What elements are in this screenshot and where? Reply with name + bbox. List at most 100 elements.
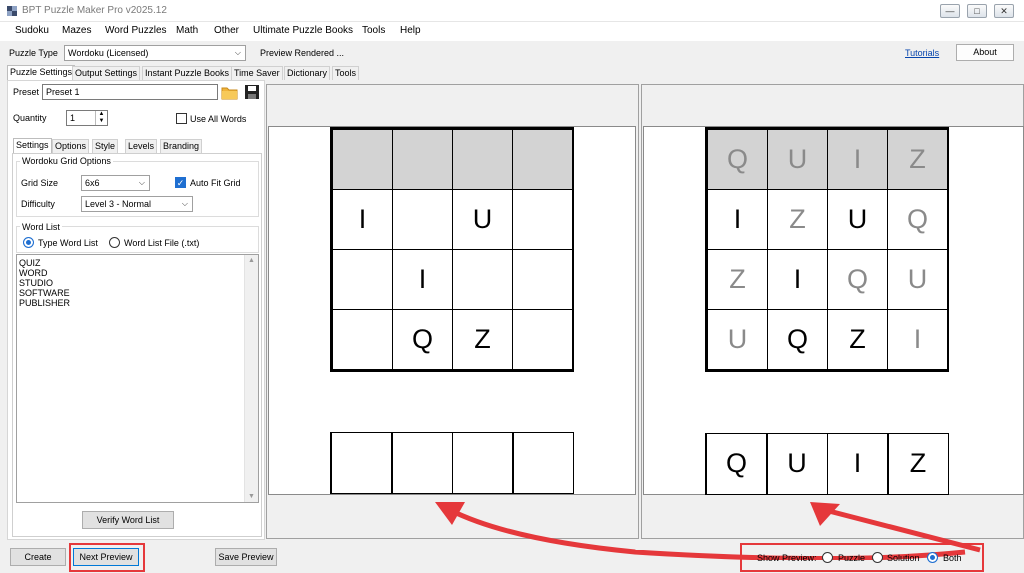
scroll-down-icon[interactable]: ▼: [245, 493, 258, 500]
puzzle-type-label: Puzzle Type: [9, 48, 58, 58]
grid-cell: Q: [827, 249, 888, 310]
minimize-button[interactable]: —: [940, 4, 960, 18]
preset-input[interactable]: Preset 1: [42, 84, 218, 100]
subtab-options[interactable]: Options: [52, 139, 90, 153]
about-button[interactable]: About: [956, 44, 1014, 61]
puzzle-grid: IUIQZ: [330, 127, 574, 372]
difficulty-label: Difficulty: [21, 199, 55, 209]
chevron-down-icon: ⌵: [181, 199, 188, 208]
menu-sudoku[interactable]: Sudoku: [15, 25, 49, 36]
grid-header-cell: U: [767, 129, 828, 190]
chevron-down-icon: ⌵: [138, 178, 145, 187]
chevron-down-icon: ⌵: [234, 48, 241, 57]
grid-cell: U: [827, 189, 888, 250]
grid-header-cell: [332, 129, 393, 190]
show-solution-radio[interactable]: [872, 552, 883, 563]
type-word-list-radio[interactable]: [23, 237, 34, 248]
menu-help[interactable]: Help: [400, 25, 421, 36]
answer-cell: [512, 432, 574, 494]
word-list-textarea[interactable]: QUIZ WORD STUDIO SOFTWARE PUBLISHER ▲ ▼: [16, 254, 259, 503]
tab-output-settings[interactable]: Output Settings: [72, 66, 141, 80]
grid-cell: I: [392, 249, 453, 310]
stepper-arrows-icon[interactable]: ▲ ▼: [95, 111, 107, 125]
subtab-levels[interactable]: Levels: [125, 139, 158, 153]
answer-cell: [331, 432, 392, 494]
show-puzzle-radio[interactable]: [822, 552, 833, 563]
save-preview-button[interactable]: Save Preview: [215, 548, 277, 566]
auto-fit-checkbox[interactable]: ✓: [175, 177, 186, 188]
word-list-scrollbar[interactable]: ▲ ▼: [244, 255, 258, 502]
grid-cell: [512, 309, 573, 370]
maximize-button[interactable]: □: [967, 4, 987, 18]
window-title: BPT Puzzle Maker Pro v2025.12: [22, 5, 167, 16]
quantity-label: Quantity: [13, 113, 47, 123]
grid-cell: Q: [392, 309, 453, 370]
menu-word-puzzles[interactable]: Word Puzzles: [105, 25, 167, 36]
grid-header-cell: [512, 129, 573, 190]
grid-cell: Z: [452, 309, 513, 370]
show-both-radio[interactable]: [927, 552, 938, 563]
subtab-branding[interactable]: Branding: [160, 139, 203, 153]
difficulty-select[interactable]: Level 3 - Normal ⌵: [81, 196, 193, 212]
word-list-line: SOFTWARE: [19, 288, 70, 298]
grid-cell: [512, 189, 573, 250]
show-solution-label: Solution: [887, 553, 920, 563]
menu-other[interactable]: Other: [214, 25, 239, 36]
word-list-line: WORD: [19, 268, 48, 278]
grid-cell: Z: [707, 249, 768, 310]
floppy-disk-icon[interactable]: [244, 84, 260, 100]
show-preview-label: Show Preview:: [757, 553, 817, 563]
grid-options-title: Wordoku Grid Options: [20, 156, 113, 166]
subtab-style[interactable]: Style: [92, 139, 119, 153]
preview-status: Preview Rendered ...: [260, 48, 345, 58]
create-button[interactable]: Create: [10, 548, 66, 566]
grid-cell: I: [707, 189, 768, 250]
verify-word-list-button[interactable]: Verify Word List: [82, 511, 174, 529]
grid-size-value: 6x6: [85, 178, 100, 188]
tab-instant-puzzle-books[interactable]: Instant Puzzle Books: [142, 66, 233, 80]
grid-cell: [332, 249, 393, 310]
close-button[interactable]: ✕: [994, 4, 1014, 18]
difficulty-value: Level 3 - Normal: [85, 199, 152, 209]
menu-mazes[interactable]: Mazes: [62, 25, 91, 36]
menu-tools[interactable]: Tools: [362, 25, 385, 36]
puzzle-type-select[interactable]: Wordoku (Licensed) ⌵: [64, 45, 246, 61]
grid-header-cell: Q: [707, 129, 768, 190]
grid-header-cell: I: [827, 129, 888, 190]
grid-size-select[interactable]: 6x6 ⌵: [81, 175, 150, 191]
grid-cell: [512, 249, 573, 310]
preset-label: Preset: [13, 87, 40, 97]
next-preview-button[interactable]: Next Preview: [73, 548, 139, 566]
puzzle-type-value: Wordoku (Licensed): [68, 48, 149, 58]
title-bar: BPT Puzzle Maker Pro v2025.12 — □ ✕: [0, 0, 1024, 22]
grid-header-cell: Z: [887, 129, 948, 190]
word-list-file-radio[interactable]: [109, 237, 120, 248]
word-list-line: PUBLISHER: [19, 298, 71, 308]
grid-size-label: Grid Size: [21, 178, 59, 188]
menu-ultimate-puzzle-books[interactable]: Ultimate Puzzle Books: [253, 25, 353, 36]
tab-tools[interactable]: Tools: [332, 66, 360, 80]
tutorials-link[interactable]: Tutorials: [905, 48, 939, 58]
grid-cell: U: [452, 189, 513, 250]
folder-icon[interactable]: [221, 84, 238, 100]
menu-math[interactable]: Math: [176, 25, 198, 36]
answer-cell: Z: [887, 433, 949, 495]
puzzle-app-icon: [6, 5, 18, 17]
tab-time-saver[interactable]: Time Saver: [231, 66, 283, 80]
grid-header-cell: [452, 129, 513, 190]
answer-cell: Q: [706, 433, 767, 495]
scroll-up-icon[interactable]: ▲: [245, 257, 258, 264]
quantity-stepper[interactable]: 1 ▲ ▼: [66, 110, 108, 126]
use-all-words-checkbox[interactable]: [176, 113, 187, 124]
grid-header-cell: [392, 129, 453, 190]
menu-bar: Sudoku Mazes Word Puzzles Math Other Ult…: [0, 22, 1024, 41]
quantity-value: 1: [70, 113, 76, 123]
subtab-settings[interactable]: Settings: [13, 138, 52, 153]
tab-dictionary[interactable]: Dictionary: [284, 66, 331, 80]
tab-puzzle-settings[interactable]: Puzzle Settings: [7, 65, 76, 80]
grid-cell: I: [887, 309, 948, 370]
grid-cell: U: [707, 309, 768, 370]
solution-answer-row: QUIZ: [705, 433, 949, 495]
grid-cell: Z: [827, 309, 888, 370]
grid-cell: [392, 189, 453, 250]
